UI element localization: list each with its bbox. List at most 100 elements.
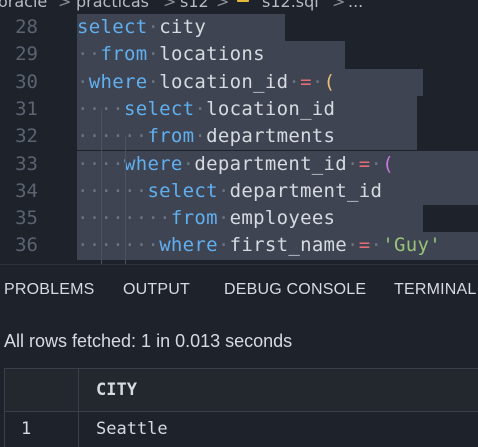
code-text: ······from·departments [77,123,335,150]
query-status: All rows fetched: 1 in 0.013 seconds [4,331,293,351]
code-line[interactable]: 33····where·department_id·=·( [0,150,478,178]
sql-keyword: select [147,179,218,202]
code-text: ······select·department_id [77,178,382,205]
cell-city[interactable]: Seattle [96,419,168,439]
tab-output[interactable]: OUTPUT [123,281,190,299]
whitespace-dot: · [217,234,230,257]
whitespace-dot: · [217,207,230,230]
sql-identifier: employees [229,207,336,230]
line-number: 36 [15,234,38,257]
indent-whitespace: · [77,70,89,93]
column-divider [78,412,79,447]
code-line[interactable]: 35 ········from·employees [0,205,478,233]
line-number: 34 [15,179,38,202]
database-icon [237,0,249,4]
line-number: 29 [15,43,38,66]
line-number: 35 [15,207,38,230]
breadcrumb-item-practicas[interactable]: practicas [76,0,149,10]
line-number: 30 [15,70,38,93]
sql-identifier: city [159,16,207,38]
code-text: select·city [77,14,206,41]
whitespace-dot: · [194,97,207,120]
sql-keyword: from [100,43,148,66]
bottom-panel: PROBLEMS OUTPUT DEBUG CONSOLE TERMINAL A… [0,264,478,447]
sql-paren: ( [323,70,336,93]
line-number: 31 [15,97,38,120]
whitespace-dot: · [347,234,359,257]
whitespace-dot: · [194,125,207,148]
code-line[interactable]: 31 ····select·location_id [0,95,478,124]
sql-keyword: select [123,97,195,120]
line-number: 28 [15,16,38,38]
breadcrumb-item-file[interactable]: s12.sql [262,0,319,10]
code-line[interactable]: 32 ······from·departments [0,123,478,151]
sql-operator: = [358,234,371,257]
sql-identifier: departments [206,125,336,148]
whitespace-dot: · [311,70,324,93]
indent-guide [125,136,126,264]
breadcrumb-separator: > [216,0,230,11]
table-row[interactable]: 1 Seattle [4,412,478,447]
whitespace-dot: · [370,152,383,175]
whitespace-dot: · [370,234,383,257]
sql-operator: = [300,70,312,93]
sql-keyword: where [88,70,148,93]
breadcrumb-separator: > [58,0,72,11]
indent-whitespace: ······· [77,234,160,257]
whitespace-dot: · [288,70,301,93]
breadcrumb: oracle > practicas > s12 > s12.sql > ... [0,0,478,14]
column-header-city[interactable]: CITY [96,380,137,400]
code-text: ········from·employees [77,205,335,232]
tab-problems[interactable]: PROBLEMS [4,281,95,299]
code-line[interactable]: 30 ·where·location_id·=·( [0,68,478,96]
sql-keyword: from [170,207,218,230]
indent-whitespace: ······ [77,125,148,148]
line-number: 33 [15,152,38,175]
breadcrumb-item-oracle[interactable]: oracle [0,0,47,10]
results-header-row: CITY [4,368,478,412]
sql-identifier: locations [159,43,265,66]
whitespace-dot: · [347,152,359,175]
tab-terminal[interactable]: TERMINAL [394,281,477,299]
row-number: 1 [21,419,32,439]
whitespace-dot: · [182,152,195,175]
code-line[interactable]: 29 ··from·locations [0,41,478,69]
sql-keyword: where [123,152,183,175]
sql-identifier: location_id [206,97,336,120]
sql-identifier: location_id [159,70,289,93]
sql-operator: = [358,152,371,175]
sql-identifier: department_id [194,152,348,175]
breadcrumb-separator: > [332,0,346,11]
breadcrumb-item-s12[interactable]: s12 [180,0,209,10]
line-number: 32 [15,125,38,148]
sql-identifier: first_name [229,234,348,257]
sql-identifier: department_id [229,179,383,202]
code-text: ··from·locations [77,41,265,68]
indent-whitespace: ·· [77,43,101,66]
sql-string: 'Guy' [382,234,441,257]
whitespace-dot: · [147,70,160,93]
code-line[interactable]: 34 ······select·department_id [0,177,478,206]
code-editor[interactable]: 28 select·city 29 ··from·locations 30 ·where·… [0,14,478,264]
sql-keyword: where [159,234,218,257]
code-line[interactable]: 28 select·city [0,14,478,42]
sql-paren: ( [382,152,395,175]
indent-whitespace: ······ [77,179,148,202]
whitespace-dot: · [147,43,160,66]
results-grid: CITY 1 Seattle [4,368,478,447]
tab-debug-console[interactable]: DEBUG CONSOLE [224,281,366,299]
panel-tabs: PROBLEMS OUTPUT DEBUG CONSOLE TERMINAL [0,265,478,315]
code-line[interactable]: 36 ·······where·first_name·=·'Guy' [0,232,478,260]
indent-whitespace: ········ [77,207,171,230]
sql-keyword: select [77,16,148,38]
code-text: ·······where·first_name·=·'Guy' [77,232,441,259]
indent-guide [101,109,102,264]
code-text: ····select·location_id [77,96,335,123]
whitespace-dot: · [217,179,230,202]
whitespace-dot: · [147,16,160,38]
sql-keyword: from [147,125,195,148]
breadcrumb-separator: > [163,0,177,11]
code-text: ·where·location_id·=·( [77,69,335,96]
column-divider [78,369,79,411]
breadcrumb-item-more[interactable]: ... [348,0,363,10]
